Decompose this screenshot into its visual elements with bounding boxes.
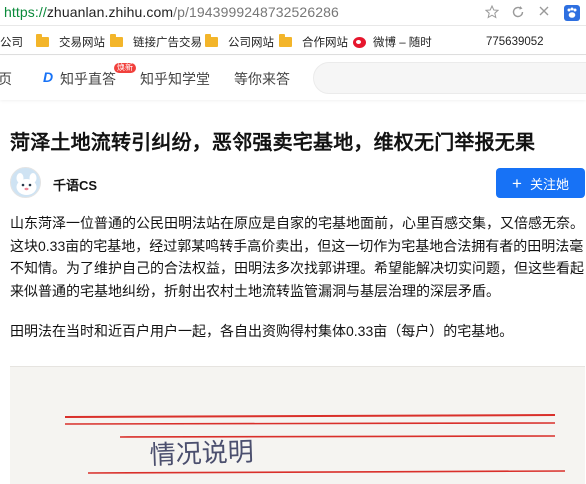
paw-icon[interactable]	[564, 5, 580, 21]
avatar[interactable]	[10, 167, 41, 198]
url-path: /p/1943999248732526286	[173, 4, 339, 20]
url-host: zhuanlan.zhihu.com	[46, 4, 174, 20]
handwriting-text: 情况说明	[149, 437, 254, 471]
folder-icon	[36, 34, 49, 47]
bookmark-label: 微博 – 随时	[373, 37, 432, 49]
url-text[interactable]: https://zhuanlan.zhihu.com/p/19439992487…	[4, 4, 339, 20]
nav-waiting[interactable]: 等你来答	[234, 69, 290, 89]
article-paragraph: 田明法在当时和近百户用户一起，各自出资购得村集体0.33亩（每户）的宅基地。	[10, 323, 514, 339]
folder-icon	[205, 34, 218, 47]
nav-zhida[interactable]: 知乎直答	[60, 69, 116, 89]
bookmark-page-icon[interactable]	[484, 4, 500, 21]
article-paragraph: 山东菏泽一位普通的公民田明法站在原应是自家的宅基地面前，心里百感交集，又倍感无奈…	[10, 215, 584, 299]
follow-button[interactable]: + 关注她	[496, 168, 585, 198]
bookmark-label: 交易网站	[59, 37, 105, 49]
folder-icon	[279, 34, 292, 47]
bookmark-item[interactable]: 公司	[0, 34, 23, 50]
author-name[interactable]: 千语CS	[53, 175, 97, 194]
nav-zhixuetang[interactable]: 知乎知学堂	[140, 69, 210, 89]
folder-icon	[110, 34, 123, 47]
bookmark-folder[interactable]: 链接广告交易	[110, 34, 202, 50]
follow-label: 关注她	[529, 176, 569, 192]
bookmark-folder[interactable]: 公司网站	[205, 34, 274, 50]
article-title: 菏泽土地流转引纠纷，恶邻强卖宅基地，维权无门举报无果	[10, 132, 536, 154]
bookmark-label: 775639052	[486, 36, 544, 48]
bookmark-item[interactable]: 775639052	[486, 34, 544, 50]
plus-icon: +	[512, 173, 522, 193]
search-input[interactable]	[313, 62, 586, 94]
bookmarks-bar: 公司 交易网站 链接广告交易 公司网站 合作网站 微博 – 随时 7756390…	[0, 27, 586, 55]
refresh-icon[interactable]	[510, 5, 526, 21]
bookmark-label: 公司网站	[228, 37, 274, 49]
address-bar[interactable]: https://zhuanlan.zhihu.com/p/19439992487…	[0, 0, 586, 26]
close-icon[interactable]	[536, 5, 552, 21]
nav-home[interactable]: 页	[0, 69, 12, 89]
bookmark-folder[interactable]: 交易网站	[36, 34, 105, 50]
bookmark-folder[interactable]: 合作网站	[279, 34, 348, 50]
url-protocol: https://	[4, 4, 47, 20]
bookmark-label: 链接广告交易	[133, 37, 202, 49]
site-nav: 页 D 知乎直答 焕新 知乎知学堂 等你来答	[0, 56, 586, 100]
weibo-icon	[353, 36, 366, 48]
document-photo[interactable]: 情况说明	[10, 366, 585, 484]
bookmark-label: 合作网站	[302, 37, 348, 49]
bookmark-item[interactable]: 微博 – 随时	[353, 34, 432, 50]
new-badge: 焕新	[114, 63, 136, 73]
bookmark-label: 公司	[0, 37, 23, 49]
zhida-logo-icon[interactable]: D	[43, 69, 53, 85]
